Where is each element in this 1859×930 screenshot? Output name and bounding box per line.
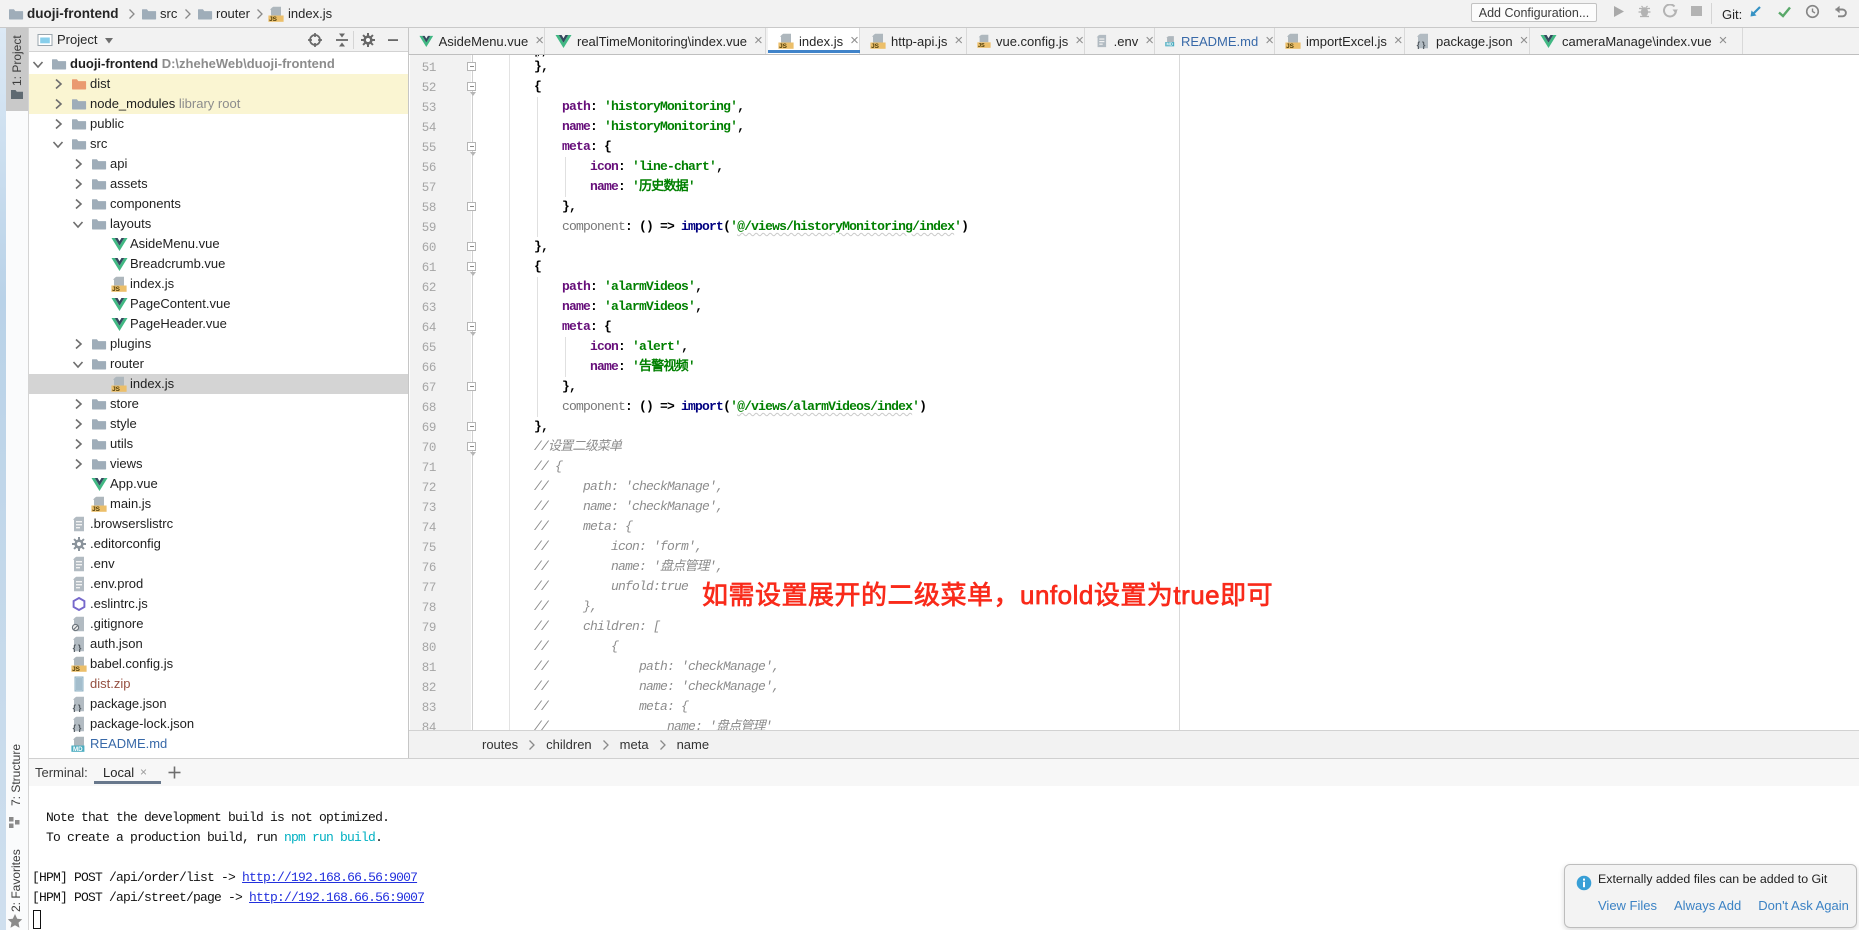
- svg-text:{ }: { }: [73, 703, 82, 712]
- svg-text:JS: JS: [1286, 43, 1295, 49]
- svg-text:JS: JS: [779, 43, 788, 49]
- svg-text:MD: MD: [1166, 42, 1173, 47]
- svg-text:{ }: { }: [73, 723, 82, 732]
- svg-text:JS: JS: [112, 286, 121, 292]
- svg-text:{ }: { }: [73, 643, 82, 652]
- svg-text:JS: JS: [92, 506, 101, 512]
- svg-text:JS: JS: [269, 15, 278, 21]
- svg-text:{ }: { }: [1417, 40, 1426, 49]
- svg-text:JS: JS: [871, 43, 880, 49]
- svg-text:JS: JS: [112, 386, 121, 392]
- svg-text:MD: MD: [73, 746, 83, 752]
- svg-text:JS: JS: [72, 666, 81, 672]
- svg-text:JS: JS: [978, 43, 985, 49]
